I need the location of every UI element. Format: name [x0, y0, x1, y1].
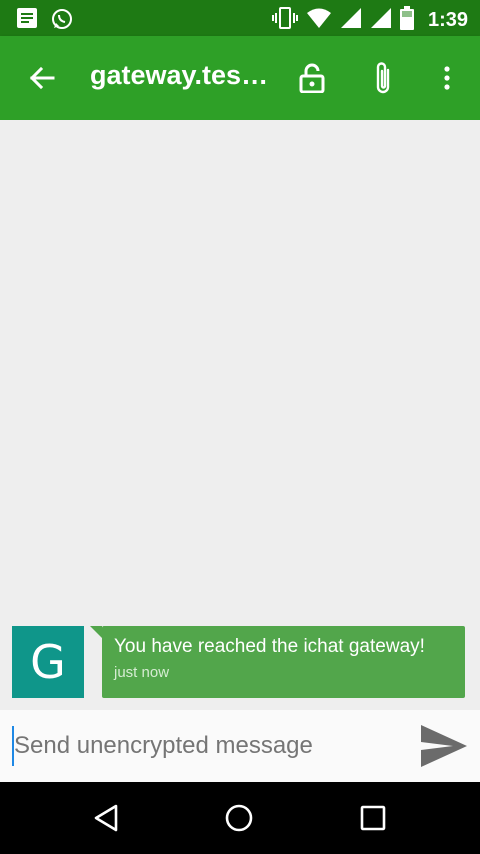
attach-button[interactable]	[361, 56, 405, 100]
whatsapp-icon	[50, 7, 74, 36]
back-arrow-icon	[29, 66, 55, 90]
more-options-button[interactable]	[425, 56, 469, 100]
bubble-tail	[90, 626, 102, 638]
compose-bar	[0, 710, 480, 782]
message-input[interactable]	[12, 726, 402, 766]
back-triangle-icon	[94, 804, 118, 832]
message-text: You have reached the ichat gateway!	[114, 636, 425, 657]
back-button[interactable]	[18, 56, 66, 100]
message-item[interactable]: G You have reached the ichat gateway! ju…	[12, 626, 472, 698]
send-icon	[421, 725, 467, 767]
signal-icon	[370, 7, 392, 34]
message-bubble[interactable]: You have reached the ichat gateway! just…	[102, 626, 465, 698]
battery-icon	[399, 6, 414, 35]
message-time: just now	[114, 664, 170, 681]
encryption-button[interactable]	[290, 56, 334, 100]
home-circle-icon	[225, 804, 253, 832]
nav-home-button[interactable]	[219, 800, 259, 836]
conversation-title[interactable]: gateway.tes…	[90, 60, 275, 91]
attachment-icon	[376, 62, 390, 94]
more-vert-icon	[444, 66, 450, 90]
nav-recents-button[interactable]	[353, 800, 393, 836]
system-nav-bar	[0, 782, 480, 854]
app-toolbar: gateway.tes…	[0, 36, 480, 120]
avatar[interactable]: G	[12, 626, 84, 698]
status-time: 1:39	[427, 9, 468, 31]
send-button[interactable]	[416, 720, 472, 772]
wifi-icon	[306, 7, 332, 34]
unlock-icon	[299, 63, 325, 93]
notes-icon	[16, 7, 38, 36]
signal-icon	[340, 7, 362, 34]
nav-back-button[interactable]	[86, 800, 126, 836]
message-list[interactable]: G You have reached the ichat gateway! ju…	[0, 120, 480, 710]
vibrate-icon	[271, 6, 298, 35]
recents-square-icon	[360, 805, 386, 831]
status-bar: 1:39	[0, 0, 480, 36]
